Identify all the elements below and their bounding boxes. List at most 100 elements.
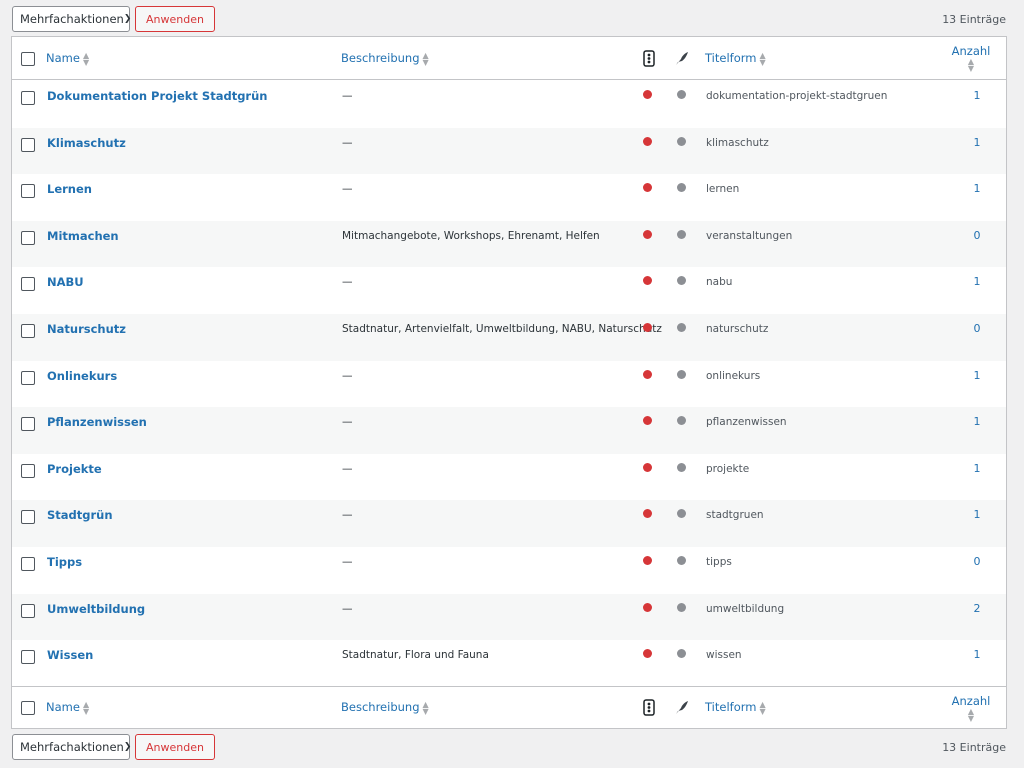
table-row: Lernen — lernen 1: [12, 174, 1006, 221]
term-name-link[interactable]: Tipps: [47, 555, 82, 569]
term-slug: projekte: [706, 462, 750, 475]
term-description: —: [342, 416, 353, 429]
term-count-link[interactable]: 1: [947, 369, 1007, 382]
readability-score-dot: [677, 136, 686, 146]
row-checkbox[interactable]: [21, 230, 35, 245]
readability-score-dot: [677, 556, 686, 565]
row-checkbox[interactable]: [21, 603, 35, 618]
table-footer: Name ▲ ▼ Beschreibung ▲ ▼ Titelform ▲ ▼ Anzahl…: [12, 686, 1006, 728]
readability-score-dot: [677, 602, 686, 612]
term-count-link[interactable]: 1: [947, 648, 1007, 661]
column-slug-label[interactable]: Titelform: [705, 51, 756, 65]
apply-button-bottom[interactable]: Anwenden: [135, 734, 215, 760]
bulk-actions-label: Mehrfachaktionen: [20, 740, 124, 754]
row-checkbox[interactable]: [21, 510, 35, 525]
sort-icon: ▲ ▼: [422, 700, 429, 716]
row-checkbox[interactable]: [21, 417, 35, 432]
column-description-label[interactable]: Beschreibung: [341, 51, 420, 65]
row-checkbox[interactable]: [21, 277, 35, 292]
term-name-link[interactable]: Pflanzenwissen: [47, 415, 147, 429]
term-name-link[interactable]: Klimaschutz: [47, 136, 126, 150]
column-count-label[interactable]: Anzahl: [947, 694, 995, 708]
term-name-link[interactable]: Dokumentation Projekt Stadtgrün: [47, 89, 267, 103]
term-count-link[interactable]: 0: [947, 322, 1007, 335]
term-name-link[interactable]: Onlinekurs: [47, 369, 117, 383]
term-description: —: [342, 602, 353, 615]
term-description: —: [342, 369, 353, 382]
term-description: —: [342, 183, 353, 196]
feather-icon: [675, 51, 689, 69]
traffic-light-icon: [643, 50, 655, 70]
term-count-link[interactable]: 1: [947, 136, 1007, 149]
term-name-link[interactable]: Mitmachen: [47, 229, 119, 243]
term-name-link[interactable]: Umweltbildung: [47, 602, 145, 616]
row-checkbox[interactable]: [21, 370, 35, 385]
table-row: NABU — nabu 1: [12, 267, 1006, 314]
term-count-link[interactable]: 1: [947, 462, 1007, 475]
row-checkbox[interactable]: [21, 137, 35, 152]
readability-score-dot: [677, 183, 686, 193]
row-checkbox[interactable]: [21, 650, 35, 665]
term-description: —: [342, 509, 353, 522]
row-checkbox[interactable]: [21, 324, 35, 338]
term-name-link[interactable]: Wissen: [47, 648, 93, 662]
sort-icon: ▲ ▼: [82, 51, 90, 67]
row-checkbox[interactable]: [21, 91, 35, 105]
table-row: Klimaschutz — klimaschutz 1: [12, 127, 1007, 175]
term-description: Stadtnatur, Artenvielfalt, Umweltbildung…: [342, 323, 662, 335]
term-count-link[interactable]: 0: [947, 229, 1007, 242]
term-name-link[interactable]: Naturschutz: [47, 322, 126, 336]
term-count-link[interactable]: 1: [947, 508, 1007, 521]
table-row: Stadtgrün — stadtgruen 1: [12, 500, 1006, 547]
term-slug: dokumentation-projekt-stadtgruen: [706, 90, 888, 102]
term-count-link[interactable]: 1: [947, 275, 1007, 288]
column-slug-footer[interactable]: Titelform ▲ ▼: [705, 700, 766, 716]
seo-score-dot: [643, 136, 652, 146]
seo-score-dot: [643, 90, 652, 99]
row-checkbox[interactable]: [21, 463, 35, 478]
column-slug-header[interactable]: Titelform ▲ ▼: [705, 51, 766, 67]
column-name-footer[interactable]: Name ▲ ▼: [46, 700, 89, 716]
apply-button[interactable]: Anwenden: [135, 6, 215, 32]
select-all-checkbox[interactable]: [21, 52, 35, 66]
tablenav-bottom: Mehrfachaktionen ❯ Anwenden 13 Einträge: [12, 734, 1008, 760]
row-checkbox[interactable]: [21, 557, 35, 571]
term-count-link[interactable]: 1: [947, 89, 1007, 102]
item-count-bottom: 13 Einträge: [942, 740, 1006, 754]
column-name-header[interactable]: Name ▲ ▼: [46, 51, 90, 67]
sort-icon: ▲ ▼: [422, 51, 429, 67]
seo-score-dot: [643, 183, 652, 193]
term-count-link[interactable]: 1: [947, 415, 1007, 428]
seo-score-dot: [643, 229, 652, 239]
column-name-label[interactable]: Name: [46, 700, 80, 714]
feather-icon: [675, 700, 689, 718]
column-slug-label[interactable]: Titelform: [705, 700, 756, 714]
term-name-link[interactable]: Projekte: [47, 462, 102, 476]
bulk-actions-select-bottom[interactable]: Mehrfachaktionen ❯: [12, 734, 131, 760]
table-row: Dokumentation Projekt Stadtgrün — dokument…: [12, 81, 1006, 128]
readability-score-dot: [677, 369, 686, 379]
select-all-checkbox-footer[interactable]: [21, 701, 35, 715]
seo-score-dot: [643, 649, 652, 659]
bulk-actions-select[interactable]: Mehrfachaktionen ❯: [12, 6, 131, 32]
term-name-link[interactable]: Lernen: [47, 182, 92, 196]
item-count: 13 Einträge: [942, 12, 1006, 26]
column-description-footer[interactable]: Beschreibung ▲ ▼: [341, 700, 429, 716]
column-count-footer[interactable]: Anzahl ▲ ▼: [947, 694, 995, 723]
term-name-link[interactable]: Stadtgrün: [47, 508, 113, 522]
term-slug: nabu: [706, 276, 733, 289]
row-checkbox[interactable]: [21, 184, 35, 199]
column-count-header[interactable]: Anzahl ▲ ▼: [947, 44, 995, 73]
column-description-header[interactable]: Beschreibung ▲ ▼: [341, 51, 429, 67]
column-count-label[interactable]: Anzahl: [947, 44, 995, 58]
term-slug: stadtgruen: [706, 509, 764, 522]
term-count-link[interactable]: 0: [947, 555, 1007, 568]
term-name-link[interactable]: NABU: [47, 275, 84, 289]
sort-icon: ▲ ▼: [967, 57, 975, 73]
column-name-label[interactable]: Name: [46, 51, 80, 65]
term-slug: lernen: [706, 183, 740, 196]
term-count-link[interactable]: 1: [947, 182, 1007, 195]
table-row: Mitmachen Mitmachangebote, Workshops, Ehr…: [12, 220, 1007, 268]
term-count-link[interactable]: 2: [947, 602, 1007, 615]
column-description-label[interactable]: Beschreibung: [341, 700, 420, 714]
